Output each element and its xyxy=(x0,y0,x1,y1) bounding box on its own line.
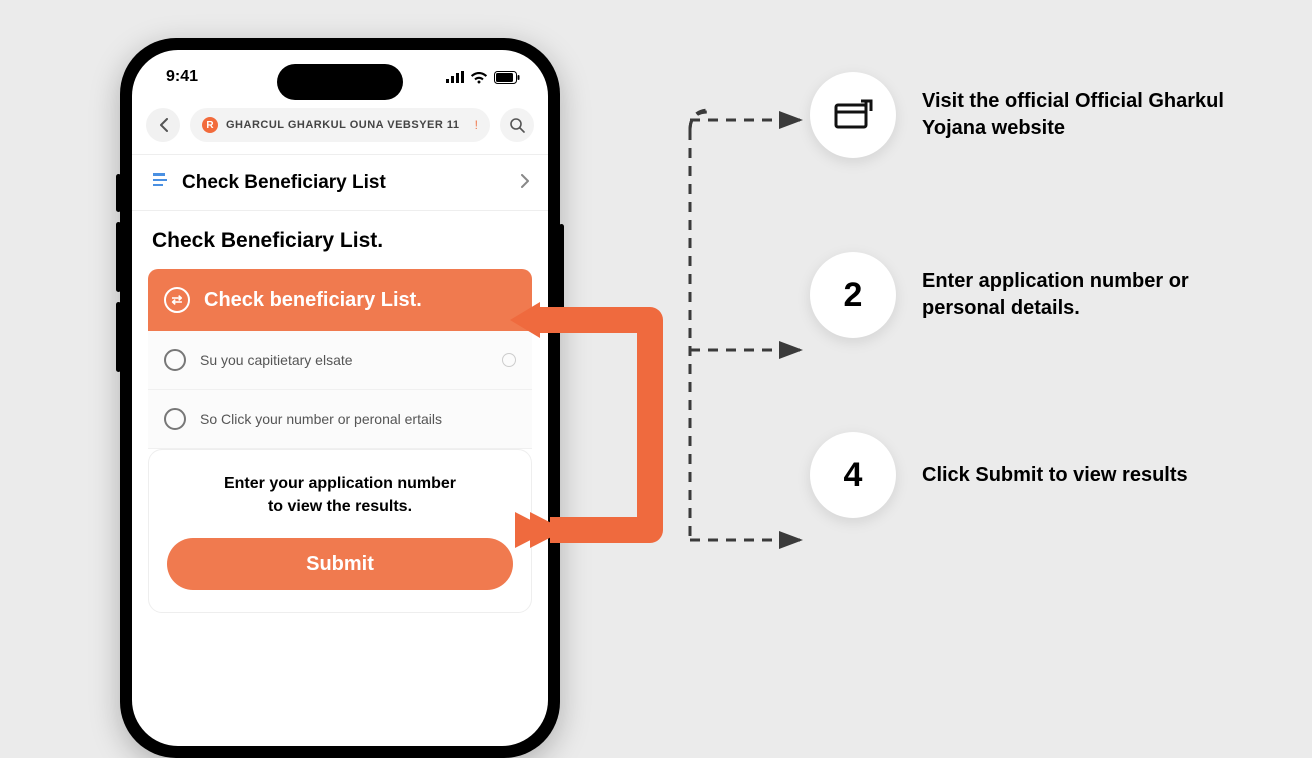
wifi-icon xyxy=(470,71,488,84)
step-2-text: Enter application number or personal det… xyxy=(922,268,1250,322)
list-icon xyxy=(150,171,170,194)
browser-nav-row: R GHARCUL GHARKUL OUNA VEBSYER 11 ! xyxy=(132,104,548,155)
step-1-text: Visit the official Official Gharkul Yoja… xyxy=(922,88,1250,142)
website-icon xyxy=(833,98,873,132)
search-icon xyxy=(510,118,525,133)
banner-badge-icon: ⇄ xyxy=(164,287,190,313)
dynamic-island xyxy=(277,64,403,100)
warning-icon: ! xyxy=(475,118,478,132)
steps-list: Visit the official Official Gharkul Yoja… xyxy=(810,72,1250,518)
option-row-1[interactable]: Su you capitietary elsate xyxy=(148,331,532,390)
step-2-badge: 2 xyxy=(810,252,896,338)
battery-icon xyxy=(494,71,520,84)
submit-card: Enter your application number to view th… xyxy=(148,449,532,613)
trailing-radio-icon xyxy=(502,353,516,367)
page-content: Check Beneficiary List. ⇄ Check benefici… xyxy=(132,211,548,613)
phone-screen: 9:41 R GHARCUL GHARKUL OUNA VEBSYER 11 ! xyxy=(132,50,548,746)
submit-button[interactable]: Submit xyxy=(167,538,513,590)
address-text: GHARCUL GHARKUL OUNA VEBSYER 11 xyxy=(226,119,460,131)
option-row-2[interactable]: So Click your number or peronal ertails xyxy=(148,390,532,449)
chevron-right-icon xyxy=(521,172,530,193)
volume-down-button xyxy=(116,222,121,292)
hint-line-1: Enter your application number xyxy=(224,475,456,492)
volume-up-button xyxy=(116,174,121,212)
nav-item-check-beneficiary[interactable]: Check Beneficiary List xyxy=(132,155,548,211)
step-2: 2 Enter application number or personal d… xyxy=(810,252,1250,338)
step-1: Visit the official Official Gharkul Yoja… xyxy=(810,72,1250,158)
banner-check-beneficiary: ⇄ Check beneficiary List. xyxy=(148,269,532,331)
step-3-text: Click Submit to view results xyxy=(922,462,1188,489)
radio-icon xyxy=(164,349,186,371)
submit-label: Submit xyxy=(306,553,374,576)
radio-icon xyxy=(164,408,186,430)
chevron-left-icon xyxy=(159,118,168,132)
hint-line-2: to view the results. xyxy=(268,498,412,515)
nav-item-label: Check Beneficiary List xyxy=(182,172,386,194)
page-title: Check Beneficiary List. xyxy=(148,229,532,253)
step-3-badge: 4 xyxy=(810,432,896,518)
site-badge-icon: R xyxy=(202,117,218,133)
phone-frame: 9:41 R GHARCUL GHARKUL OUNA VEBSYER 11 ! xyxy=(120,38,560,758)
banner-title: Check beneficiary List. xyxy=(204,289,422,312)
search-button[interactable] xyxy=(500,108,534,142)
option-label: So Click your number or peronal ertails xyxy=(200,411,442,427)
cellular-icon xyxy=(446,71,464,83)
power-button xyxy=(559,224,564,320)
address-bar[interactable]: R GHARCUL GHARKUL OUNA VEBSYER 11 ! xyxy=(190,108,490,142)
step-1-badge xyxy=(810,72,896,158)
status-icons xyxy=(446,71,520,84)
hint-text: Enter your application number to view th… xyxy=(167,472,513,518)
option-label: Su you capitietary elsate xyxy=(200,352,353,368)
status-time: 9:41 xyxy=(166,68,198,86)
volume-down-button-2 xyxy=(116,302,121,372)
step-3: 4 Click Submit to view results xyxy=(810,432,1250,518)
back-button[interactable] xyxy=(146,108,180,142)
